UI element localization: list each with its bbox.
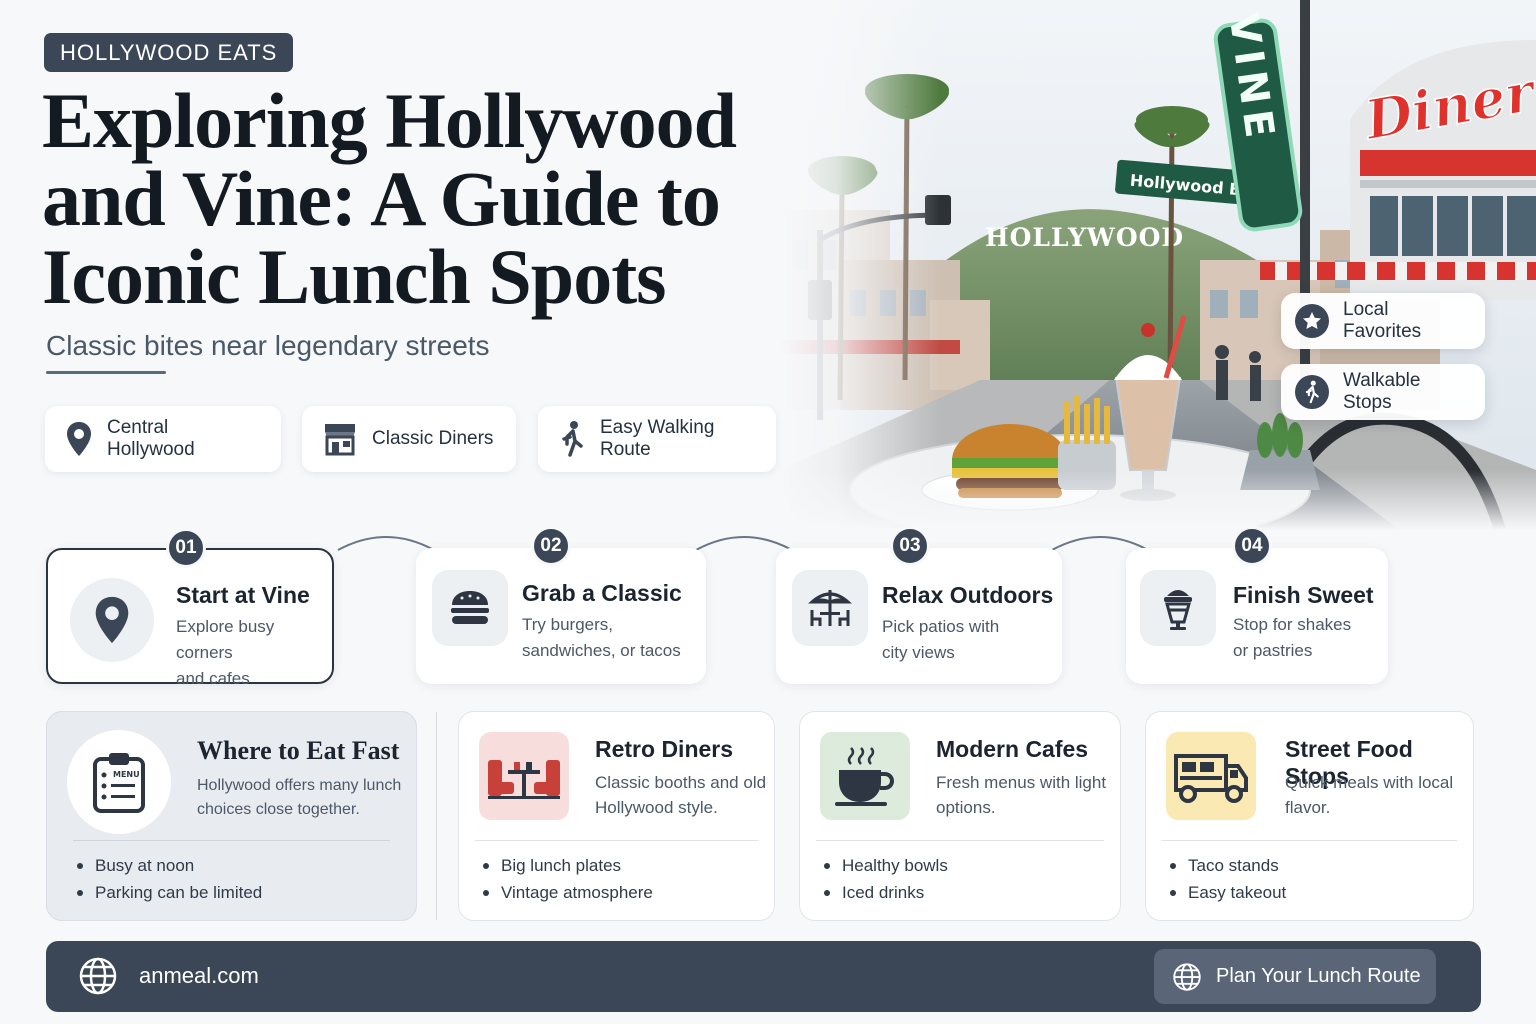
- card-description: Hollywood offers many lunch choices clos…: [197, 777, 402, 818]
- chip-easy-walking-route[interactable]: Easy Walking Route: [538, 406, 776, 472]
- card-bullets: Busy at noon Parking can be limited: [77, 852, 262, 906]
- milkshake-icon: [1140, 570, 1216, 646]
- card-description: Fresh menus with light options.: [936, 773, 1107, 817]
- step-number: 01: [166, 528, 206, 568]
- card-bullets: Taco stands Easy takeout: [1170, 852, 1286, 906]
- step-start-at-vine[interactable]: 01 Start at Vine Explore busy corners and…: [46, 528, 334, 688]
- step-number: 03: [890, 526, 930, 566]
- food-truck-icon: [1166, 732, 1256, 820]
- badge-local-favorites[interactable]: Local Favorites: [1281, 293, 1485, 349]
- step-grab-a-classic[interactable]: 02 Grab a Classic Try burgers, sandwiches…: [416, 526, 706, 684]
- category-tag: HOLLYWOOD EATS: [44, 33, 294, 72]
- step-description: Try burgers, sandwiches, or tacos: [522, 615, 681, 660]
- storefront-icon: [325, 424, 355, 456]
- step-description: Explore busy corners and cafes: [176, 617, 275, 688]
- star-icon: [1295, 304, 1329, 338]
- card-where-to-eat-fast: MENU Where to Eat Fast Hollywood offers …: [46, 711, 417, 921]
- card-description: Quick meals with local flavor.: [1285, 773, 1454, 817]
- step-description: Pick patios with city views: [882, 617, 1000, 662]
- badge-walkable-stops[interactable]: Walkable Stops: [1281, 364, 1485, 420]
- card-modern-cafes[interactable]: Modern Cafes Fresh menus with light opti…: [799, 711, 1121, 921]
- step-finish-sweet[interactable]: 04 Finish Sweet Stop for shakes or pastri…: [1126, 526, 1388, 684]
- step-number: 04: [1232, 526, 1272, 566]
- patio-umbrella-icon: [792, 570, 868, 646]
- button-label: Plan Your Lunch Route: [1216, 965, 1421, 987]
- footer-website-link[interactable]: anmeal.com: [139, 963, 259, 989]
- card-bullets: Healthy bowls Iced drinks: [824, 852, 948, 906]
- step-description: Stop for shakes or pastries: [1233, 615, 1352, 660]
- step-relax-outdoors[interactable]: 03 Relax Outdoors Pick patios with city v…: [776, 526, 1062, 684]
- walking-person-icon: [1295, 375, 1329, 409]
- footer-bar: anmeal.com Plan Your Lunch Route: [46, 941, 1481, 1012]
- chip-central-hollywood[interactable]: Central Hollywood: [45, 406, 281, 472]
- page-subtitle: Classic bites near legendary streets: [46, 330, 490, 361]
- page-title: Exploring Hollywood and Vine: A Guide to…: [42, 77, 737, 320]
- plan-lunch-route-button[interactable]: Plan Your Lunch Route: [1154, 949, 1436, 1004]
- burger-icon: [432, 570, 508, 646]
- globe-icon: [1173, 962, 1201, 991]
- menu-clipboard-icon: MENU: [67, 730, 171, 834]
- map-pin-icon: [67, 422, 91, 456]
- card-title: Where to Eat Fast: [197, 736, 400, 765]
- step-title: Finish Sweet: [1233, 582, 1374, 608]
- chip-classic-diners[interactable]: Classic Diners: [302, 406, 516, 472]
- coffee-cup-icon: [820, 732, 910, 820]
- walking-person-icon: [562, 421, 583, 457]
- hero-street-illustration: HOLLYWOOD Diner Hollywood Bl VINE: [780, 0, 1536, 530]
- svg-text:MENU: MENU: [113, 770, 140, 779]
- step-title: Relax Outdoors: [882, 582, 1054, 608]
- section-divider: [436, 712, 437, 920]
- step-title: Grab a Classic: [522, 580, 682, 606]
- badge-label: Walkable Stops: [1343, 370, 1421, 413]
- chip-label: Easy Walking Route: [600, 417, 715, 460]
- diner-booth-icon: [479, 732, 569, 820]
- chip-label: Central Hollywood: [107, 417, 195, 460]
- card-title: Modern Cafes: [936, 736, 1089, 762]
- card-description: Classic booths and old Hollywood style.: [595, 773, 767, 817]
- map-pin-icon: [70, 578, 154, 662]
- step-title: Start at Vine: [176, 582, 310, 608]
- hollywood-hill-sign: HOLLYWOOD: [985, 223, 1184, 252]
- badge-label: Local Favorites: [1343, 299, 1422, 342]
- card-street-food-stops[interactable]: Street Food Stops Quick meals with local…: [1145, 711, 1474, 921]
- card-bullets: Big lunch plates Vintage atmosphere: [483, 852, 653, 906]
- step-number: 02: [531, 526, 571, 566]
- chip-label: Classic Diners: [372, 428, 494, 449]
- card-retro-diners[interactable]: Retro Diners Classic booths and old Holl…: [458, 711, 775, 921]
- globe-icon: [79, 957, 117, 995]
- subtitle-underline: [46, 371, 166, 374]
- card-title: Retro Diners: [595, 736, 734, 762]
